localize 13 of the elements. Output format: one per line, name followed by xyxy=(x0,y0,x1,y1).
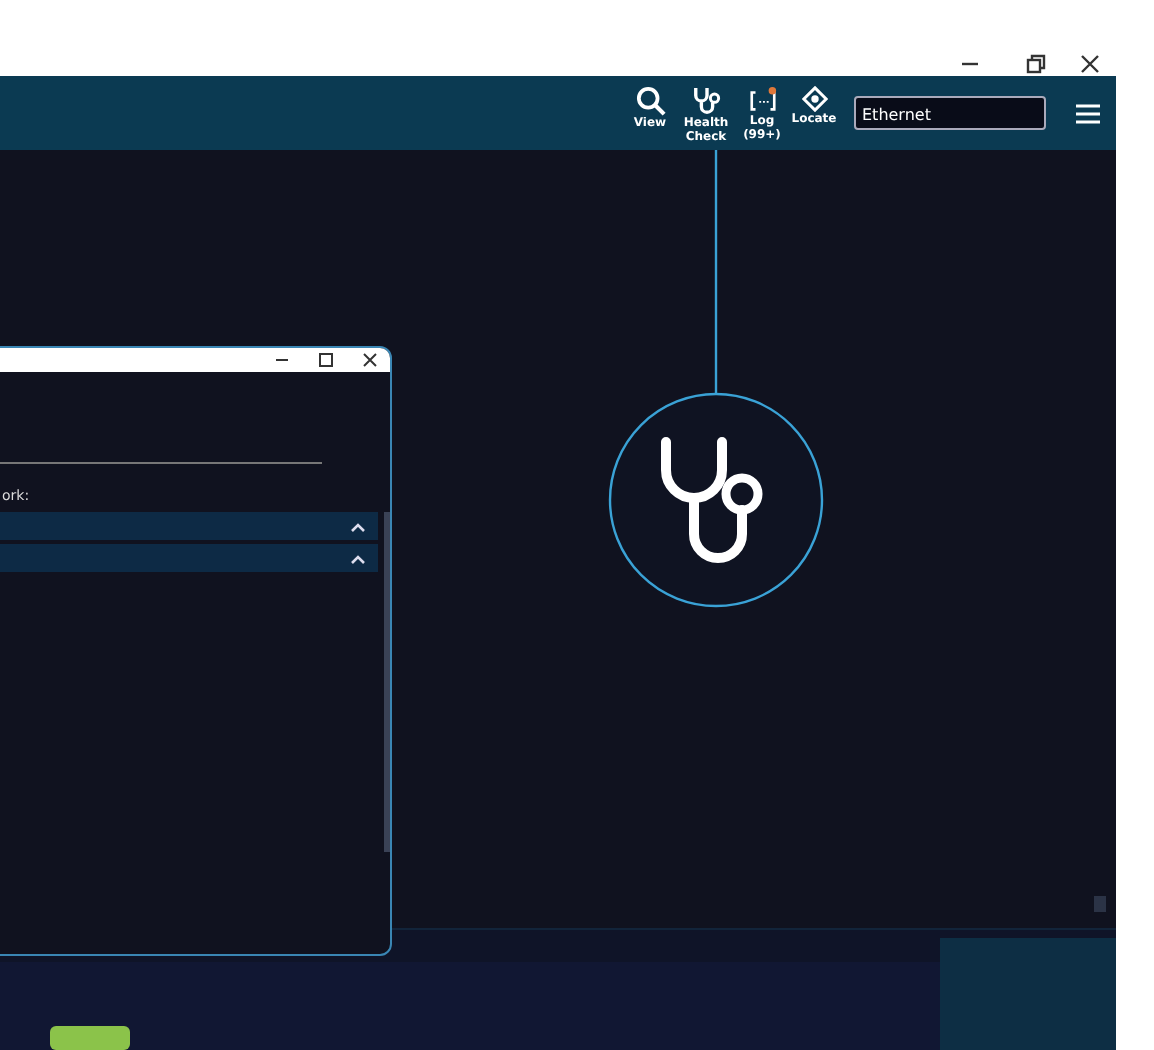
locate-icon xyxy=(801,86,827,112)
scrollbar[interactable] xyxy=(384,512,390,852)
search-icon xyxy=(635,86,665,116)
stethoscope-icon xyxy=(691,86,721,116)
close-icon[interactable] xyxy=(1080,54,1100,74)
log-icon xyxy=(747,86,777,114)
maximize-icon[interactable] xyxy=(318,352,334,368)
close-icon[interactable] xyxy=(362,352,378,368)
restore-icon[interactable] xyxy=(1026,54,1046,74)
menu-icon[interactable] xyxy=(1076,103,1100,123)
status-pill xyxy=(50,1026,130,1050)
search-field[interactable]: Ethernet xyxy=(854,96,1046,130)
scroll-marker-icon xyxy=(1094,896,1106,912)
